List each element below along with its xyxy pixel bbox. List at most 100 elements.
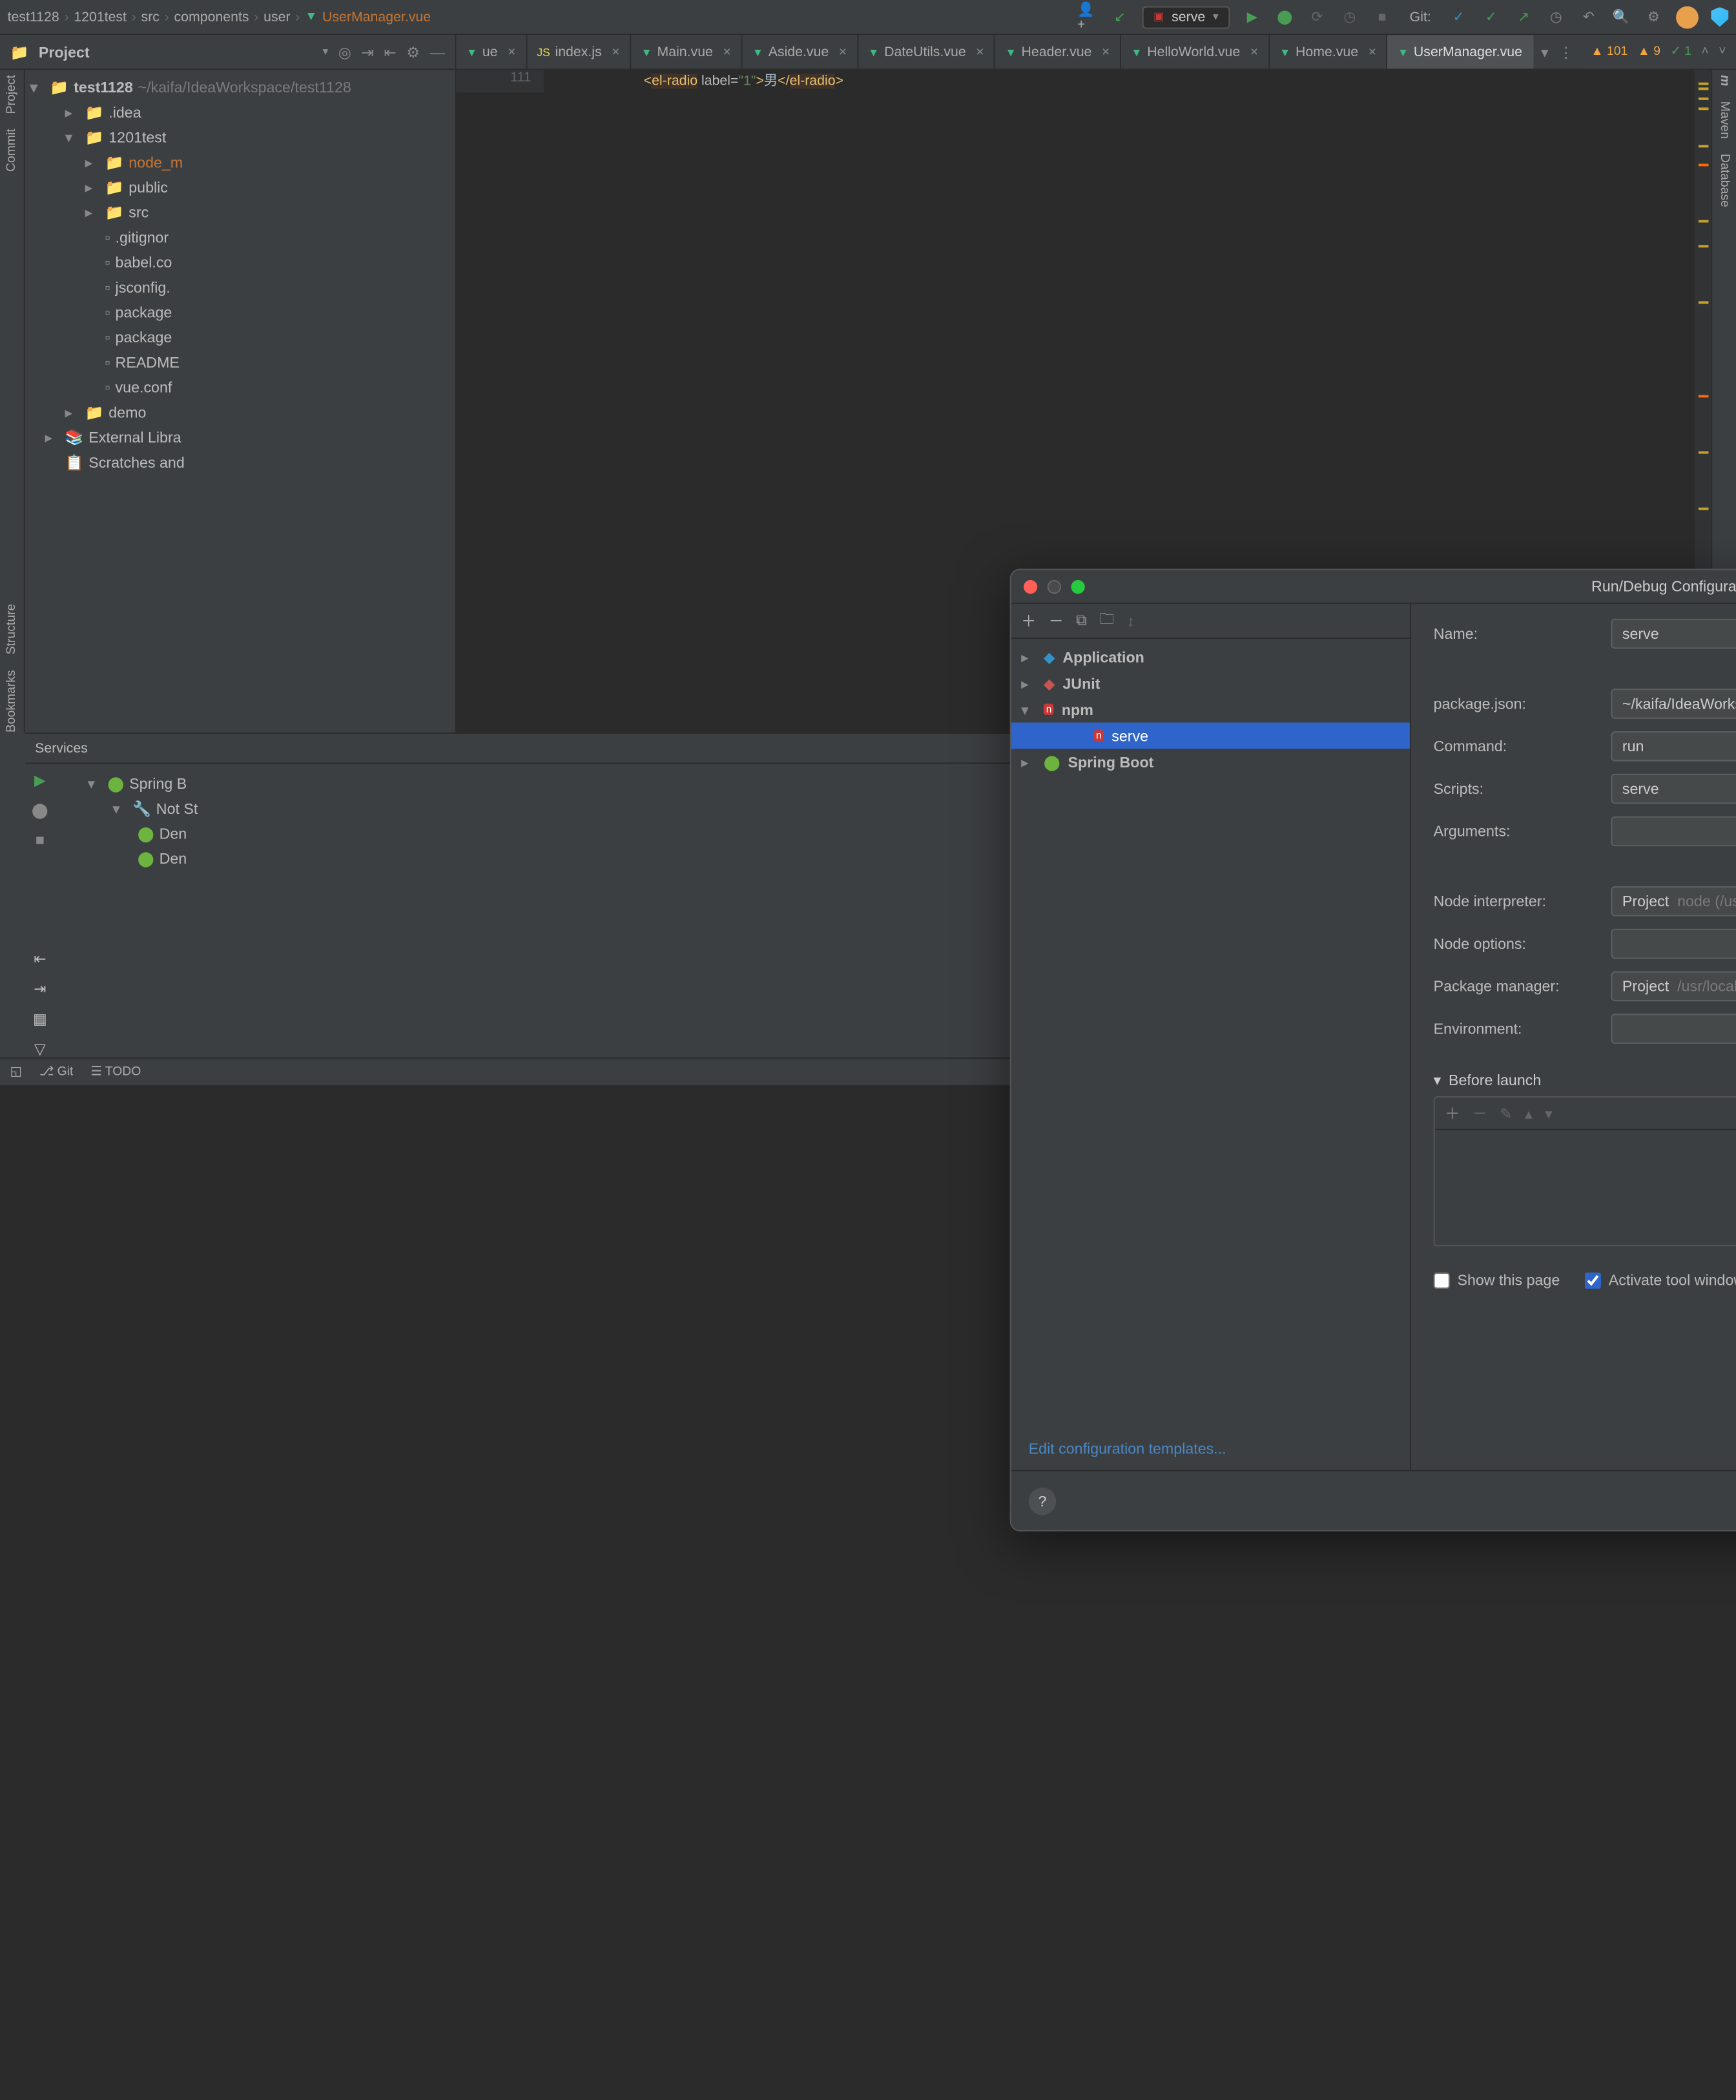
close-icon[interactable]: × [508,45,515,59]
package-json-input[interactable]: ~/kaifa/IdeaWorkspace/test1128/1201test/… [1611,689,1736,718]
rollback-icon[interactable]: ↶ [1578,7,1598,27]
push-icon[interactable]: ↗ [1514,7,1534,27]
activate-tool-checkbox[interactable]: Activate tool window [1585,1271,1736,1289]
git-tab[interactable]: ⎇ Git [39,1065,73,1079]
breadcrumb-item[interactable]: 1201test [74,10,127,25]
select-opened-icon[interactable]: ◎ [338,43,351,61]
chevron-down-icon[interactable]: ▾ [322,45,328,59]
close-icon[interactable]: × [1250,45,1258,59]
editor-tab[interactable]: ▼ue× [456,35,527,68]
shield-icon[interactable] [1711,7,1728,27]
tree-item[interactable]: ▫package [25,300,455,325]
tree-item[interactable]: ▫vue.conf [25,375,455,400]
debug-icon[interactable]: ⬤ [32,801,48,818]
config-tree-item[interactable]: ▸◆JUnit [1011,670,1410,696]
rail-structure[interactable]: Structure [5,604,19,655]
tree-item[interactable]: ▸📁demo [25,400,455,425]
tree-item[interactable]: ▫package [25,325,455,350]
sort-icon[interactable]: ↕ [1127,612,1135,629]
tree-item[interactable]: ▫.gitignor [25,225,455,250]
close-icon[interactable]: × [839,45,847,59]
typo-indicator[interactable]: ✓ 1 [1671,45,1691,59]
search-icon[interactable]: 🔍 [1611,7,1631,27]
edit-templates-link[interactable]: Edit configuration templates... [1029,1440,1226,1457]
update-icon[interactable]: ✓ [1449,7,1469,27]
sync-icon[interactable]: ↙ [1110,7,1130,27]
stop-icon[interactable]: ■ [36,831,45,849]
tree-item[interactable]: 📋Scratches and [25,450,455,475]
debug-icon[interactable]: ⬤ [1275,7,1295,27]
tree-item[interactable]: ▫jsconfig. [25,275,455,300]
run-config-selector[interactable]: ▣ serve ▾ [1142,6,1230,28]
editor-tab[interactable]: ▼UserManager.vue× [1387,35,1533,68]
todo-tab[interactable]: ☰ TODO [90,1065,141,1079]
expand-icon[interactable]: ⇥ [34,980,46,997]
history-icon[interactable]: ◷ [1546,7,1566,27]
collapse-icon[interactable]: ⇤ [384,43,396,61]
grid-icon[interactable]: ▦ [33,1010,47,1028]
breadcrumb-item[interactable]: src [141,10,160,25]
editor-tab[interactable]: JSindex.js× [527,35,631,68]
settings-icon[interactable]: ⚙ [1644,7,1664,27]
coverage-icon[interactable]: ⟳ [1307,7,1327,27]
profiler-icon[interactable]: ◷ [1339,7,1359,27]
config-tree-item[interactable]: ▸◆Application [1011,644,1410,671]
close-icon[interactable]: × [976,45,984,59]
before-launch-header[interactable]: ▾Before launch [1434,1071,1736,1088]
scripts-select[interactable]: serve▾ [1611,774,1736,804]
corner-icon[interactable]: ◱ [10,1065,21,1079]
settings-icon[interactable]: ⚙ [406,43,420,61]
rail-maven[interactable]: Maven [1717,101,1731,139]
environment-input[interactable]: ▤ [1611,1014,1736,1043]
tree-item[interactable]: ▸📁public [25,175,455,200]
close-icon[interactable]: × [723,45,730,59]
tree-item[interactable]: ▸📁node_m [25,150,455,175]
tree-item[interactable]: ▾📁1201test [25,125,455,151]
down-icon[interactable]: ▾ [1545,1105,1553,1122]
tree-item[interactable]: ▫babel.co [25,250,455,275]
chevron-down-icon[interactable]: ▾ [1541,43,1549,61]
stop-icon[interactable]: ■ [1372,7,1392,27]
add-icon[interactable]: ＋ [1021,610,1036,631]
expand-icon[interactable]: ⇥ [361,43,373,61]
filter-icon[interactable]: ▽ [34,1040,46,1057]
close-icon[interactable]: × [1102,45,1110,59]
rail-commit[interactable]: Commit [5,129,19,172]
config-tree-item[interactable]: nserve [1011,723,1410,749]
close-icon[interactable]: × [612,45,619,59]
run-icon[interactable]: ▶ [1242,7,1262,27]
warn-indicator[interactable]: ▲ 101 [1591,45,1628,59]
chevron-down-icon[interactable]: ˅ [1719,45,1726,59]
tree-item[interactable]: ▸📁.idea [25,100,455,125]
help-button[interactable]: ? [1029,1487,1057,1515]
editor-tab[interactable]: ▼Aside.vue× [742,35,858,68]
node-interpreter-select[interactable]: Project node (/usr/local/bin/node) 18.12… [1611,886,1736,916]
close-icon[interactable]: × [1369,45,1376,59]
breadcrumb-item[interactable]: components [174,10,249,25]
editor-tab[interactable]: ▼Header.vue× [995,35,1121,68]
edit-icon[interactable]: ✎ [1500,1105,1512,1122]
run-icon[interactable]: ▶ [34,771,46,789]
remove-icon[interactable]: － [1472,1103,1487,1124]
arguments-input[interactable]: ＋⤢ [1611,816,1736,846]
config-tree-item[interactable]: ▸⬤Spring Boot [1011,749,1410,775]
name-input[interactable]: serve [1611,619,1736,649]
editor-tab[interactable]: ▼Main.vue× [631,35,742,68]
breadcrumb-item[interactable]: user [264,10,290,25]
remove-icon[interactable]: － [1049,610,1064,631]
breadcrumb-item[interactable]: test1128 [8,10,59,25]
breadcrumb-file[interactable]: UserManager.vue [322,10,431,25]
editor-tab[interactable]: ▼DateUtils.vue× [858,35,995,68]
tree-item[interactable]: ▸📚External Libra [25,425,455,450]
tree-item[interactable]: ▸📁src [25,200,455,225]
weak-warn-indicator[interactable]: ▲ 9 [1638,45,1660,59]
up-icon[interactable]: ▴ [1525,1105,1533,1122]
rail-database[interactable]: Database [1717,154,1731,207]
config-tree-item[interactable]: ▾nnpm [1011,696,1410,723]
tree-root[interactable]: ▾📁 test1128 ~/kaifa/IdeaWorkspace/test11… [25,75,455,100]
collapse-icon[interactable]: ⇤ [34,950,46,968]
more-icon[interactable]: ⋮ [1558,43,1573,61]
chevron-up-icon[interactable]: ˄ [1701,45,1708,59]
editor-tab[interactable]: ▼HelloWorld.vue× [1121,35,1270,68]
add-icon[interactable]: ＋ [1445,1103,1460,1124]
